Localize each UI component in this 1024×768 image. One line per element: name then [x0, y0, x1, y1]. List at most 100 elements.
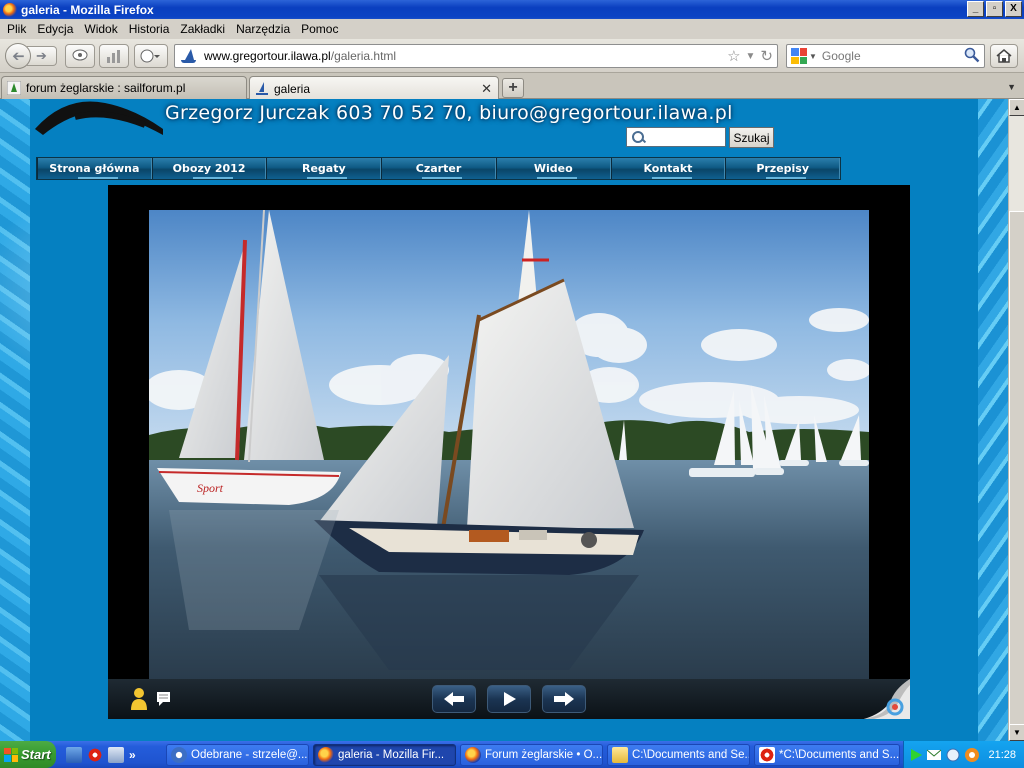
search-bar[interactable]: ▼ Google	[786, 44, 985, 68]
window-title: galeria - Mozilla Firefox	[21, 2, 154, 17]
nav-czarter[interactable]: Czarter	[381, 158, 496, 179]
play-tray-icon[interactable]	[909, 748, 923, 762]
speech-bubble-button[interactable]	[65, 44, 95, 68]
tab-galeria[interactable]: galeria ✕	[249, 76, 499, 100]
folder-icon	[612, 747, 628, 763]
gallery-photo[interactable]: Sport	[149, 210, 869, 680]
nav-regaty[interactable]: Regaty	[266, 158, 382, 179]
globe-icon	[140, 49, 160, 63]
bar-chart-icon	[107, 50, 120, 63]
firefox-task-icon	[465, 747, 481, 763]
firefox-task-icon	[318, 747, 334, 763]
boat-name-label: Sport	[197, 481, 224, 495]
nav-przepisy[interactable]: Przepisy	[725, 158, 841, 179]
reload-icon[interactable]: ↻	[760, 47, 773, 65]
site-logo	[35, 101, 163, 135]
minimize-button[interactable]: _	[967, 1, 984, 17]
tab-label: forum żeglarskie : sailforum.pl	[26, 81, 186, 95]
scroll-thumb[interactable]	[1009, 211, 1024, 739]
close-tab-icon[interactable]: ✕	[481, 81, 492, 97]
quick-launch: »	[66, 746, 136, 763]
menu-widok[interactable]: Widok	[80, 22, 124, 36]
speech-bubble-icon	[72, 49, 88, 61]
search-engine-dropdown-icon[interactable]: ▼	[809, 52, 817, 61]
system-tray: 21:28	[903, 741, 1024, 768]
forward-button[interactable]: ➔	[27, 46, 57, 66]
task-label: Forum żeglarskie • O...	[485, 749, 603, 761]
task-label: C:\Documents and Se...	[632, 749, 750, 761]
quick-launch-document-icon[interactable]	[108, 746, 124, 763]
menu-pomoc[interactable]: Pomoc	[297, 22, 345, 36]
nav-obozy-2012[interactable]: Obozy 2012	[151, 158, 267, 179]
bar-chart-button[interactable]	[99, 44, 129, 68]
task-galeria[interactable]: galeria - Mozilla Fir...	[313, 744, 456, 766]
quick-launch-more[interactable]: »	[129, 748, 136, 762]
start-button[interactable]: Start	[0, 741, 56, 768]
firefox-icon	[3, 2, 17, 17]
vertical-scrollbar[interactable]: ▲ ▼	[1008, 99, 1024, 741]
menu-plik[interactable]: Plik	[3, 22, 33, 36]
dropdown-arrow-icon[interactable]: ▼	[746, 51, 756, 62]
maximize-button[interactable]: ▫	[986, 1, 1003, 17]
tab-label: galeria	[274, 81, 311, 96]
tab-list-dropdown-icon[interactable]: ▼	[1007, 82, 1016, 92]
play-button[interactable]	[487, 685, 531, 713]
forward-arrow-icon: ➔	[36, 48, 47, 63]
navigation-toolbar: ➔ ➔ www.gregortour.ilawa.pl/galeria.html…	[0, 39, 1024, 73]
google-icon	[791, 48, 807, 64]
scroll-down-button[interactable]: ▼	[1009, 724, 1024, 741]
plus-icon: +	[508, 79, 518, 96]
show-desktop-icon[interactable]	[66, 746, 82, 763]
back-button[interactable]: ➔	[5, 43, 31, 69]
task-editor[interactable]: *C:\Documents and S...	[754, 744, 900, 766]
url-bar[interactable]: www.gregortour.ilawa.pl/galeria.html ☆ ▼…	[174, 44, 778, 68]
back-arrow-icon: ➔	[11, 48, 25, 65]
task-explorer[interactable]: C:\Documents and Se...	[607, 744, 750, 766]
network-tray-icon[interactable]	[945, 747, 961, 763]
close-button[interactable]: X	[1005, 1, 1022, 17]
menu-edycja[interactable]: Edycja	[33, 22, 80, 36]
page-viewport: Grzegorz Jurczak 603 70 52 70, biuro@gre…	[0, 99, 1008, 741]
task-odebrane[interactable]: Odebrane - strzele@...	[166, 744, 309, 766]
scroll-up-button[interactable]: ▲	[1009, 99, 1024, 116]
comment-icon[interactable]	[156, 691, 172, 707]
menu-narzedzia[interactable]: Narzędzia	[232, 22, 297, 36]
task-forum[interactable]: Forum żeglarskie • O...	[460, 744, 603, 766]
bookmark-star-icon[interactable]: ☆	[727, 47, 740, 65]
site-search-input[interactable]	[626, 127, 726, 147]
quick-launch-app-icon[interactable]	[87, 746, 103, 763]
water-background-right	[978, 99, 1008, 741]
home-button[interactable]	[990, 44, 1018, 68]
search-magnifier-icon[interactable]	[964, 47, 980, 67]
sailforum-favicon-icon	[7, 81, 21, 95]
user-info-icon[interactable]	[130, 687, 148, 711]
page-curl-icon[interactable]	[864, 679, 910, 719]
site-search-button[interactable]: Szukaj	[729, 127, 774, 148]
task-label: *C:\Documents and S...	[779, 749, 900, 761]
window-title-bar[interactable]: galeria - Mozilla Firefox _ ▫ X	[0, 0, 1024, 19]
gallery-controls	[108, 679, 910, 719]
new-tab-button[interactable]: +	[502, 78, 524, 98]
url-host: www.gregortour.ilawa.pl	[204, 49, 331, 63]
play-icon	[504, 692, 516, 706]
menu-historia[interactable]: Historia	[125, 22, 177, 36]
addon-dropdown-button[interactable]	[134, 44, 168, 68]
start-label: Start	[21, 747, 51, 762]
nav-wideo[interactable]: Wideo	[495, 158, 611, 179]
menu-zakladki[interactable]: Zakładki	[176, 22, 232, 36]
nav-strona-glowna[interactable]: Strona główna	[37, 158, 152, 179]
antivirus-tray-icon[interactable]	[964, 747, 980, 763]
next-button[interactable]	[542, 685, 586, 713]
mail-tray-icon[interactable]	[926, 748, 942, 762]
windows-flag-icon	[4, 747, 18, 762]
arrow-left-icon	[444, 692, 464, 706]
url-path: /galeria.html	[330, 49, 397, 63]
tab-sailforum[interactable]: forum żeglarskie : sailforum.pl	[1, 76, 247, 99]
previous-button[interactable]	[432, 685, 476, 713]
home-icon	[996, 49, 1012, 63]
sailboats-photo: Sport	[149, 210, 869, 680]
nav-kontakt[interactable]: Kontakt	[610, 158, 726, 179]
clock: 21:28	[988, 748, 1016, 761]
mail-client-icon	[171, 747, 187, 763]
sailboat-favicon-icon	[256, 81, 268, 95]
